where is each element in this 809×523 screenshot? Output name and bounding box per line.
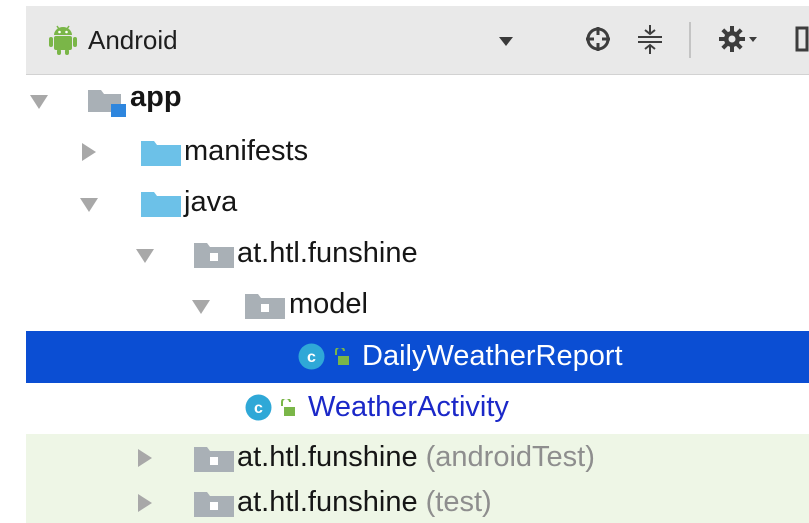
package-folder-icon [194, 243, 234, 268]
chevron-right-icon[interactable] [138, 449, 152, 467]
target-icon[interactable] [581, 22, 615, 56]
tree-item-label: at.htl.funshine (androidTest) [237, 441, 595, 473]
chevron-down-icon[interactable] [499, 37, 513, 46]
tree-item-label: app [130, 81, 182, 113]
tree-row-package-android-test[interactable]: at.htl.funshine (androidTest) [26, 434, 809, 482]
tree-row-weather-activity[interactable]: c WeatherActivity [26, 382, 809, 434]
unlock-icon [281, 399, 295, 416]
tree-row-app[interactable]: app [26, 75, 809, 127]
class-icon: c [245, 394, 272, 421]
folder-icon [141, 192, 181, 217]
tree-item-label: manifests [184, 135, 309, 167]
unlock-icon [335, 348, 349, 365]
package-folder-icon [194, 447, 234, 472]
module-folder-icon [88, 90, 126, 117]
chevron-down-icon[interactable] [80, 198, 98, 212]
project-view-selector[interactable]: Android [88, 25, 178, 55]
folder-icon [141, 141, 181, 166]
collapse-all-icon[interactable] [633, 22, 667, 56]
tree-item-label: java [184, 186, 238, 218]
project-toolbar: Android [26, 6, 809, 75]
svg-text:c: c [307, 349, 316, 366]
tree-item-label: DailyWeatherReport [362, 340, 623, 372]
tree-row-java[interactable]: java [26, 178, 809, 230]
tree-item-label: at.htl.funshine [237, 237, 418, 269]
package-folder-icon [245, 294, 285, 319]
tree-row-model[interactable]: model [26, 280, 809, 332]
tree-item-label: WeatherActivity [308, 391, 509, 423]
package-folder-icon [194, 492, 234, 517]
chevron-down-icon[interactable] [30, 95, 48, 109]
tree-row-daily-weather-report[interactable]: c DailyWeatherReport [26, 331, 809, 383]
source-set-suffix: (androidTest) [425, 441, 595, 473]
svg-text:c: c [254, 400, 263, 417]
tree-row-manifests[interactable]: manifests [26, 127, 809, 179]
chevron-right-icon[interactable] [138, 494, 152, 512]
tree-row-package-test[interactable]: at.htl.funshine (test) [26, 482, 809, 523]
chevron-down-icon[interactable] [192, 300, 210, 314]
android-icon [49, 25, 77, 55]
toolbar-separator [689, 22, 691, 58]
chevron-down-icon[interactable] [136, 249, 154, 263]
gear-icon[interactable] [716, 22, 760, 56]
tree-item-label: at.htl.funshine (test) [237, 486, 492, 518]
tree-item-label: model [289, 288, 368, 320]
project-tool-window: Android app manifests java at.htl.funshi… [26, 6, 809, 523]
tree-row-package[interactable]: at.htl.funshine [26, 229, 809, 281]
source-set-suffix: (test) [425, 486, 492, 518]
chevron-right-icon[interactable] [82, 143, 96, 161]
hide-icon[interactable] [795, 22, 809, 56]
class-icon: c [298, 343, 325, 370]
